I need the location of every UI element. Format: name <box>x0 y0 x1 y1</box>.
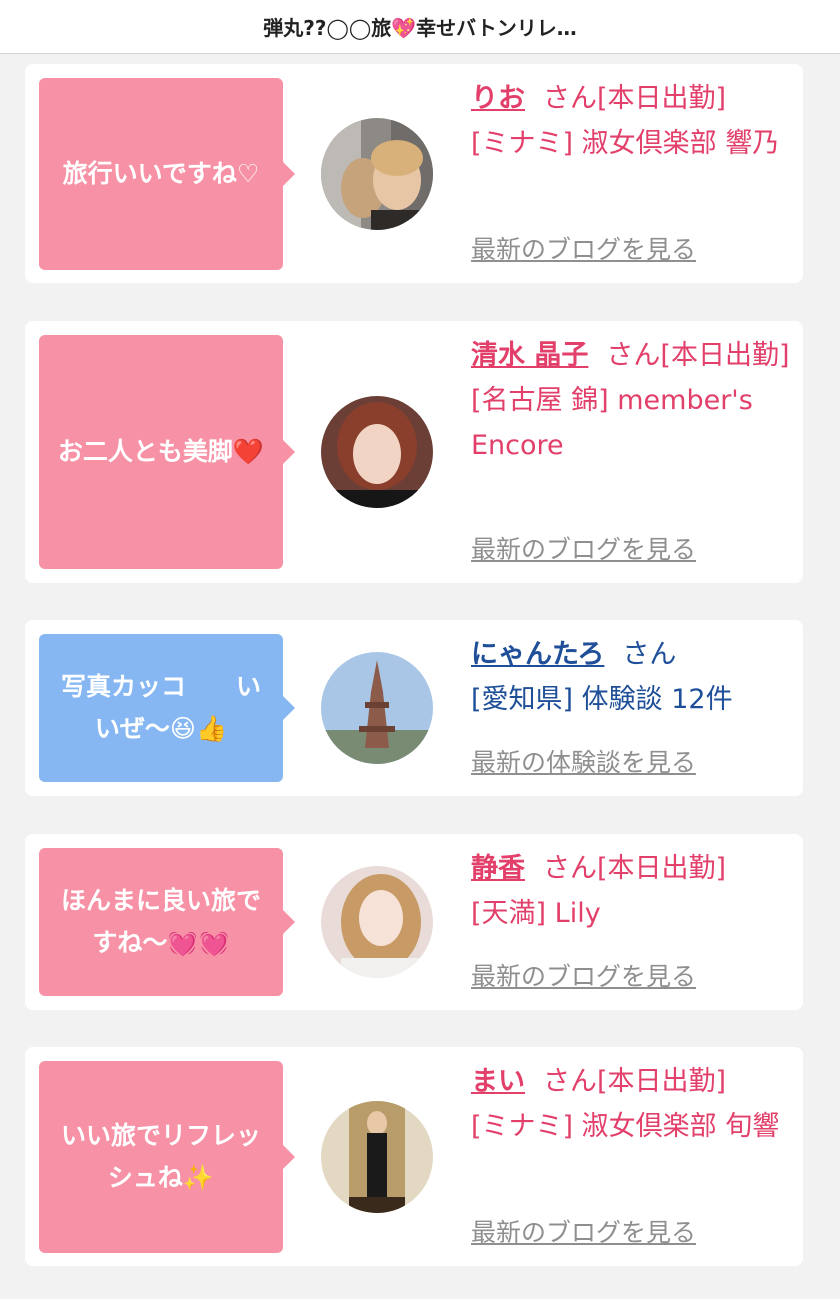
author-info: にゃんたろ さん [愛知県] 体験談 12件 <box>471 632 791 722</box>
latest-blog-link[interactable]: 最新のブログを見る <box>471 230 696 266</box>
review-count: [愛知県] 体験談 12件 <box>471 684 733 715</box>
avatar[interactable] <box>321 118 433 230</box>
comment-bubble: お二人とも美脚❤️ <box>39 335 295 569</box>
latest-blog-link[interactable]: 最新のブログを見る <box>471 957 696 993</box>
latest-blog-link[interactable]: 最新のブログを見る <box>471 530 696 566</box>
author-name-link[interactable]: まい <box>471 1066 525 1097</box>
shop-name: [天満] Lily <box>471 898 601 929</box>
author-suffix: さん[本日出勤] <box>606 340 790 371</box>
author-name-link[interactable]: にゃんたろ <box>471 639 604 670</box>
author-suffix: さん[本日出勤] <box>543 1066 727 1097</box>
comment-bubble: 写真カッコ いいぜ〜😆👍 <box>39 634 295 782</box>
shop-name: [ミナミ] 淑女倶楽部 響乃 <box>471 128 780 159</box>
avatar[interactable] <box>321 1101 433 1213</box>
comment-bubble: 旅行いいですね♡ <box>39 78 295 270</box>
author-info: 清水 晶子 さん[本日出勤] [名古屋 錦] member's Encore <box>471 333 791 468</box>
author-suffix: さん[本日出勤] <box>543 83 727 114</box>
top-bar: 弾丸??◯◯旅💖幸せバトンリレ… <box>0 0 840 54</box>
shop-name: [ミナミ] 淑女倶楽部 旬響 <box>471 1111 780 1142</box>
author-info: りお さん[本日出勤] [ミナミ] 淑女倶楽部 響乃 <box>471 76 791 166</box>
list-item: 写真カッコ いいぜ〜😆👍 にゃんたろ さん [愛知県] 体験談 12件 最新の体験… <box>25 620 803 796</box>
comment-bubble: ほんまに良い旅ですね〜💓💓 <box>39 848 295 996</box>
list-item: いい旅でリフレッシュね✨ まい さん[本日出勤] [ミナミ] 淑女倶楽部 旬響 最… <box>25 1047 803 1266</box>
author-suffix: さん[本日出勤] <box>543 853 727 884</box>
comment-bubble: いい旅でリフレッシュね✨ <box>39 1061 295 1253</box>
avatar[interactable] <box>321 396 433 508</box>
author-name-link[interactable]: りお <box>471 83 525 114</box>
author-info: 静香 さん[本日出勤] [天満] Lily <box>471 846 791 936</box>
list-item: 旅行いいですね♡ りお さん[本日出勤] [ミナミ] 淑女倶楽部 響乃 最新のブロ… <box>25 64 803 283</box>
list-item: お二人とも美脚❤️ 清水 晶子 さん[本日出勤] [名古屋 錦] member's… <box>25 321 803 583</box>
shop-name: [名古屋 錦] member's Encore <box>471 385 753 461</box>
author-info: まい さん[本日出勤] [ミナミ] 淑女倶楽部 旬響 <box>471 1059 791 1149</box>
author-suffix: さん <box>622 639 677 670</box>
page-title: 弾丸??◯◯旅💖幸せバトンリレ… <box>263 16 577 40</box>
avatar[interactable] <box>321 866 433 978</box>
list-item: ほんまに良い旅ですね〜💓💓 静香 さん[本日出勤] [天満] Lily 最新のブロ… <box>25 834 803 1010</box>
avatar[interactable] <box>321 652 433 764</box>
latest-blog-link[interactable]: 最新のブログを見る <box>471 1213 696 1249</box>
author-name-link[interactable]: 清水 晶子 <box>471 340 588 371</box>
author-name-link[interactable]: 静香 <box>471 853 525 884</box>
latest-review-link[interactable]: 最新の体験談を見る <box>471 743 696 779</box>
